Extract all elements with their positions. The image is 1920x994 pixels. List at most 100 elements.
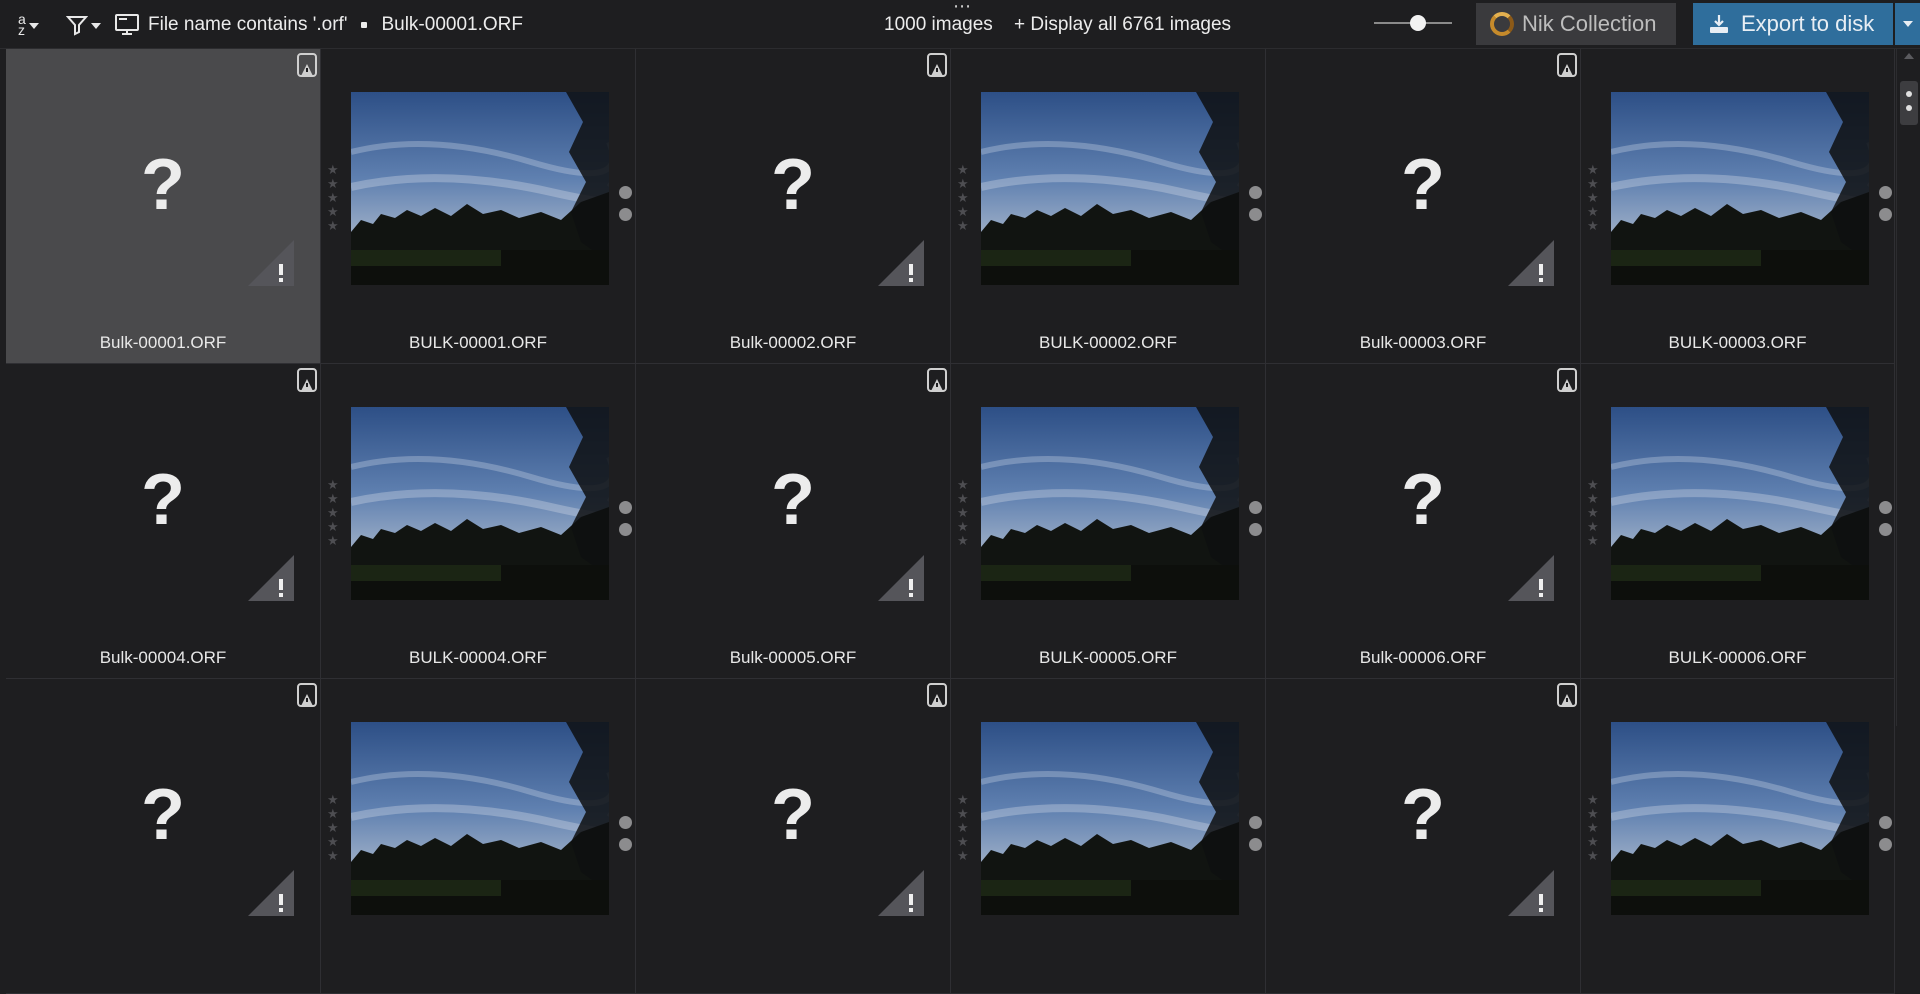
star-icon[interactable]: ★: [327, 191, 339, 204]
star-icon[interactable]: ★: [1587, 506, 1599, 519]
cell-menu-icon[interactable]: [619, 816, 632, 851]
rating-stars[interactable]: ★ ★ ★ ★ ★: [1587, 793, 1599, 862]
star-icon[interactable]: ★: [957, 219, 969, 232]
star-icon[interactable]: ★: [327, 177, 339, 190]
star-icon[interactable]: ★: [957, 177, 969, 190]
rating-stars[interactable]: ★ ★ ★ ★ ★: [327, 163, 339, 232]
star-icon[interactable]: ★: [957, 807, 969, 820]
photo-thumbnail[interactable]: [981, 92, 1239, 285]
star-icon[interactable]: ★: [1587, 177, 1599, 190]
photo-thumbnail[interactable]: [1611, 407, 1869, 600]
star-icon[interactable]: ★: [957, 520, 969, 533]
photo-thumbnail[interactable]: [351, 722, 609, 915]
thumbnail-cell[interactable]: ★ ★ ★ ★ ★ BULK-00001.ORF: [321, 49, 636, 364]
rating-stars[interactable]: ★ ★ ★ ★ ★: [1587, 163, 1599, 232]
star-icon[interactable]: ★: [327, 520, 339, 533]
filter-button[interactable]: [66, 10, 101, 40]
star-icon[interactable]: ★: [957, 849, 969, 862]
rating-stars[interactable]: ★ ★ ★ ★ ★: [957, 793, 969, 862]
slider-knob[interactable]: [1410, 15, 1426, 31]
thumbnail-cell[interactable]: ★ ★ ★ ★ ★ BULK-00002.ORF: [951, 49, 1266, 364]
scrollbar-thumb[interactable]: [1900, 81, 1918, 125]
thumbnail-cell[interactable]: ?: [636, 679, 951, 994]
thumbnail-cell[interactable]: ★ ★ ★ ★ ★ BULK-00004.ORF: [321, 364, 636, 679]
thumbnail-cell[interactable]: ★ ★ ★ ★ ★ BULK-00006.ORF: [1581, 364, 1895, 679]
cell-menu-icon[interactable]: [1879, 186, 1892, 221]
rating-stars[interactable]: ★ ★ ★ ★ ★: [327, 793, 339, 862]
star-icon[interactable]: ★: [957, 534, 969, 547]
star-icon[interactable]: ★: [957, 191, 969, 204]
cell-menu-icon[interactable]: [1879, 501, 1892, 536]
photo-thumbnail[interactable]: [351, 92, 609, 285]
photo-thumbnail[interactable]: [1611, 722, 1869, 915]
rating-stars[interactable]: ★ ★ ★ ★ ★: [1587, 478, 1599, 547]
thumbnail-cell[interactable]: ?: [1266, 679, 1581, 994]
filter-summary[interactable]: File name contains '.orf' Bulk-00001.ORF: [114, 10, 523, 40]
star-icon[interactable]: ★: [327, 219, 339, 232]
thumbnail-size-slider[interactable]: [1374, 15, 1452, 31]
cell-menu-icon[interactable]: [619, 501, 632, 536]
thumbnail-cell[interactable]: ? Bulk-00006.ORF: [1266, 364, 1581, 679]
star-icon[interactable]: ★: [327, 163, 339, 176]
star-icon[interactable]: ★: [327, 821, 339, 834]
star-icon[interactable]: ★: [327, 807, 339, 820]
star-icon[interactable]: ★: [1587, 835, 1599, 848]
scroll-up-arrow[interactable]: [1904, 53, 1914, 59]
rating-stars[interactable]: ★ ★ ★ ★ ★: [327, 478, 339, 547]
thumbnail-cell[interactable]: ★ ★ ★ ★ ★: [321, 679, 636, 994]
star-icon[interactable]: ★: [327, 205, 339, 218]
star-icon[interactable]: ★: [1587, 219, 1599, 232]
export-to-disk-button[interactable]: Export to disk: [1693, 3, 1893, 45]
cell-menu-icon[interactable]: [1249, 501, 1262, 536]
thumbnail-cell[interactable]: ?: [6, 679, 321, 994]
cell-menu-icon[interactable]: [1249, 816, 1262, 851]
cell-menu-icon[interactable]: [1249, 186, 1262, 221]
star-icon[interactable]: ★: [327, 506, 339, 519]
vertical-scrollbar[interactable]: [1896, 49, 1920, 726]
star-icon[interactable]: ★: [1587, 849, 1599, 862]
cell-menu-icon[interactable]: [619, 186, 632, 221]
thumbnail-cell[interactable]: ★ ★ ★ ★ ★ BULK-00003.ORF: [1581, 49, 1895, 364]
rating-stars[interactable]: ★ ★ ★ ★ ★: [957, 163, 969, 232]
cell-menu-icon[interactable]: [1879, 816, 1892, 851]
thumbnail-cell[interactable]: ★ ★ ★ ★ ★ BULK-00005.ORF: [951, 364, 1266, 679]
sort-button[interactable]: az: [18, 8, 39, 42]
photo-thumbnail[interactable]: [351, 407, 609, 600]
thumbnail-cell[interactable]: ? Bulk-00003.ORF: [1266, 49, 1581, 364]
star-icon[interactable]: ★: [327, 849, 339, 862]
thumbnail-cell[interactable]: ★ ★ ★ ★ ★: [1581, 679, 1895, 994]
thumbnail-cell[interactable]: ? Bulk-00004.ORF: [6, 364, 321, 679]
star-icon[interactable]: ★: [957, 163, 969, 176]
star-icon[interactable]: ★: [957, 478, 969, 491]
thumbnail-cell[interactable]: ? Bulk-00001.ORF: [6, 49, 321, 364]
star-icon[interactable]: ★: [327, 492, 339, 505]
photo-thumbnail[interactable]: [1611, 92, 1869, 285]
thumbnail-cell[interactable]: ? Bulk-00005.ORF: [636, 364, 951, 679]
star-icon[interactable]: ★: [327, 534, 339, 547]
star-icon[interactable]: ★: [957, 205, 969, 218]
star-icon[interactable]: ★: [1587, 821, 1599, 834]
star-icon[interactable]: ★: [1587, 191, 1599, 204]
thumbnail-cell[interactable]: ? Bulk-00002.ORF: [636, 49, 951, 364]
star-icon[interactable]: ★: [1587, 492, 1599, 505]
star-icon[interactable]: ★: [957, 793, 969, 806]
photo-thumbnail[interactable]: [981, 407, 1239, 600]
star-icon[interactable]: ★: [957, 821, 969, 834]
rating-stars[interactable]: ★ ★ ★ ★ ★: [957, 478, 969, 547]
star-icon[interactable]: ★: [957, 492, 969, 505]
star-icon[interactable]: ★: [1587, 793, 1599, 806]
star-icon[interactable]: ★: [1587, 205, 1599, 218]
star-icon[interactable]: ★: [1587, 478, 1599, 491]
photo-thumbnail[interactable]: [981, 722, 1239, 915]
nik-collection-button[interactable]: Nik Collection: [1476, 3, 1676, 45]
star-icon[interactable]: ★: [1587, 520, 1599, 533]
star-icon[interactable]: ★: [327, 835, 339, 848]
star-icon[interactable]: ★: [1587, 163, 1599, 176]
star-icon[interactable]: ★: [1587, 807, 1599, 820]
export-options-dropdown[interactable]: [1895, 3, 1920, 45]
star-icon[interactable]: ★: [327, 478, 339, 491]
display-all-link[interactable]: + Display all 6761 images: [1014, 10, 1231, 40]
thumbnail-cell[interactable]: ★ ★ ★ ★ ★: [951, 679, 1266, 994]
star-icon[interactable]: ★: [327, 793, 339, 806]
star-icon[interactable]: ★: [1587, 534, 1599, 547]
